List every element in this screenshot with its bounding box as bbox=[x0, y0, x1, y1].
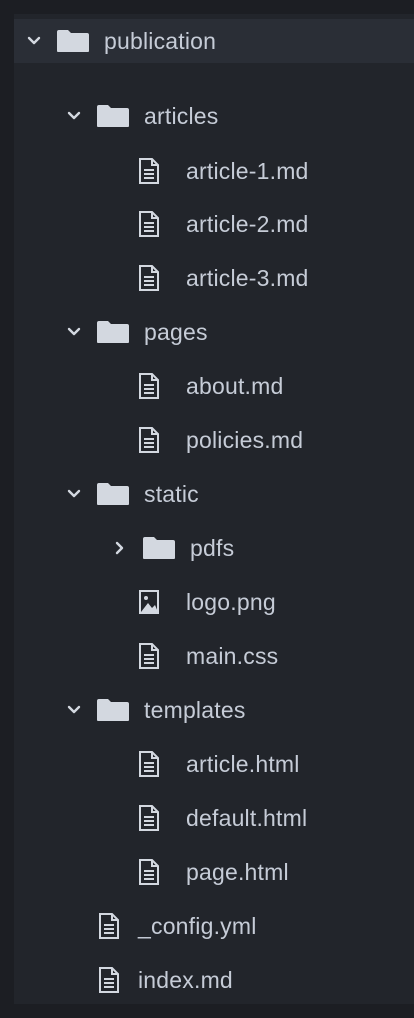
tree-item-label: _config.yml bbox=[138, 912, 257, 939]
chevron-down-icon[interactable] bbox=[26, 33, 42, 49]
chevron-right-icon[interactable] bbox=[112, 540, 128, 556]
tree-item-label: main.css bbox=[186, 642, 279, 669]
tree-item-templates[interactable]: templates bbox=[14, 690, 414, 730]
tree-item-about[interactable]: about.md bbox=[14, 366, 414, 406]
document-icon bbox=[138, 427, 160, 453]
tree-item-label: article.html bbox=[186, 750, 300, 777]
tree-item-label: logo.png bbox=[186, 588, 276, 615]
tree-item-policies[interactable]: policies.md bbox=[14, 420, 414, 460]
tree-item-label: article-1.md bbox=[186, 157, 309, 184]
tree-item-label: policies.md bbox=[186, 426, 304, 453]
document-icon bbox=[138, 751, 160, 777]
tree-item-label: pages bbox=[144, 318, 208, 345]
tree-item-article-3[interactable]: article-3.md bbox=[14, 258, 414, 298]
tree-item-article-2[interactable]: article-2.md bbox=[14, 204, 414, 244]
chevron-down-icon[interactable] bbox=[66, 324, 82, 340]
tree-item-pdfs[interactable]: pdfs bbox=[14, 528, 414, 568]
document-icon bbox=[138, 643, 160, 669]
tree-item-label: default.html bbox=[186, 804, 308, 831]
folder-icon bbox=[56, 29, 90, 53]
document-icon bbox=[98, 967, 120, 993]
file-tree-panel: publication articles article-1.md articl… bbox=[14, 14, 414, 1004]
tree-item-label: static bbox=[144, 480, 199, 507]
document-icon bbox=[138, 859, 160, 885]
tree-item-label: publication bbox=[104, 27, 217, 54]
tree-item-articles[interactable]: articles bbox=[14, 96, 414, 136]
folder-icon bbox=[96, 104, 130, 128]
folder-icon bbox=[142, 536, 176, 560]
chevron-down-icon[interactable] bbox=[66, 702, 82, 718]
tree-item-label: articles bbox=[144, 102, 219, 129]
tree-item-config-yml[interactable]: _config.yml bbox=[14, 906, 414, 946]
tree-item-index-md[interactable]: index.md bbox=[14, 960, 414, 1000]
tree-item-default-html[interactable]: default.html bbox=[14, 798, 414, 838]
image-icon bbox=[138, 589, 160, 615]
tree-item-label: page.html bbox=[186, 858, 289, 885]
document-icon bbox=[98, 913, 120, 939]
tree-item-label: article-2.md bbox=[186, 210, 309, 237]
chevron-down-icon[interactable] bbox=[66, 486, 82, 502]
document-icon bbox=[138, 265, 160, 291]
tree-item-publication[interactable]: publication bbox=[14, 19, 414, 63]
folder-icon bbox=[96, 482, 130, 506]
tree-item-label: article-3.md bbox=[186, 264, 309, 291]
document-icon bbox=[138, 158, 160, 184]
tree-item-static[interactable]: static bbox=[14, 474, 414, 514]
tree-item-label: templates bbox=[144, 696, 246, 723]
document-icon bbox=[138, 373, 160, 399]
tree-item-main-css[interactable]: main.css bbox=[14, 636, 414, 676]
folder-icon bbox=[96, 698, 130, 722]
tree-item-article-1[interactable]: article-1.md bbox=[14, 151, 414, 191]
document-icon bbox=[138, 211, 160, 237]
tree-item-label: about.md bbox=[186, 372, 284, 399]
folder-icon bbox=[96, 320, 130, 344]
tree-item-article-html[interactable]: article.html bbox=[14, 744, 414, 784]
tree-item-label: index.md bbox=[138, 966, 233, 993]
tree-item-label: pdfs bbox=[190, 534, 235, 561]
tree-item-logo[interactable]: logo.png bbox=[14, 582, 414, 622]
tree-item-pages[interactable]: pages bbox=[14, 312, 414, 352]
tree-item-page-html[interactable]: page.html bbox=[14, 852, 414, 892]
chevron-down-icon[interactable] bbox=[66, 108, 82, 124]
document-icon bbox=[138, 805, 160, 831]
